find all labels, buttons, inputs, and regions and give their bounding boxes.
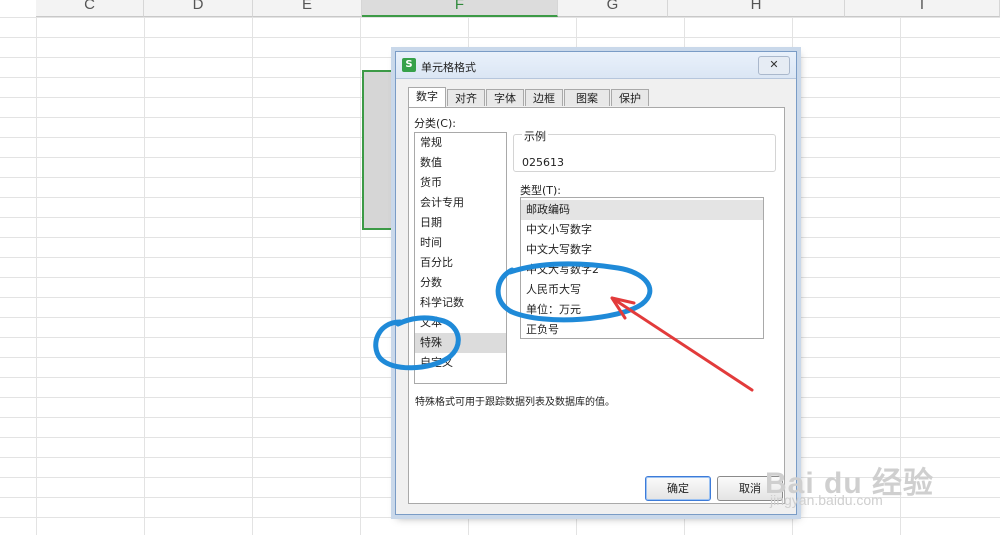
column-header-d[interactable]: D [144,0,253,17]
type-postal-code[interactable]: 邮政编码 [521,200,763,220]
category-date[interactable]: 日期 [415,213,506,233]
type-chinese-uppercase-number-2[interactable]: 中文大写数字2 [521,260,763,280]
column-header-g[interactable]: G [558,0,668,17]
type-rmb-uppercase[interactable]: 人民币大写 [521,280,763,300]
category-accounting[interactable]: 会计专用 [415,193,506,213]
wps-app-icon: S [402,58,416,72]
type-label: 类型(T): [520,184,562,197]
category-number[interactable]: 数值 [415,153,506,173]
watermark-url: jingyan.baidu.com [770,492,883,508]
type-unit-ten-thousand[interactable]: 单位：万元 [521,300,763,320]
baidu-jingyan-watermark: Bai du 经验 jingyan.baidu.com [765,458,934,508]
tab-pattern[interactable]: 图案 [564,89,610,106]
column-header-i[interactable]: I [845,0,1000,17]
tab-border[interactable]: 边框 [525,89,563,106]
sample-value: 025613 [522,156,564,169]
category-currency[interactable]: 货币 [415,173,506,193]
tab-protection[interactable]: 保护 [611,89,649,106]
close-button[interactable]: ✕ [758,56,790,75]
category-time[interactable]: 时间 [415,233,506,253]
sample-label: 示例 [522,128,548,144]
dialog-title: 单元格格式 [421,61,476,74]
format-description: 特殊格式可用于跟踪数据列表及数据库的值。 [415,397,615,408]
tab-alignment[interactable]: 对齐 [447,89,485,106]
type-chinese-lowercase-number[interactable]: 中文小写数字 [521,220,763,240]
column-header-c[interactable]: C [36,0,144,17]
category-custom[interactable]: 自定义 [415,353,506,373]
column-header-h[interactable]: H [668,0,845,17]
tab-number[interactable]: 数字 [408,87,446,108]
category-percentage[interactable]: 百分比 [415,253,506,273]
category-general[interactable]: 常规 [415,133,506,153]
category-text[interactable]: 文本 [415,313,506,333]
format-cells-dialog: S 单元格格式 ✕ 数字 对齐 字体 边框 图案 保护 分类(C): 常规 数值… [395,51,797,515]
category-label: 分类(C): [414,117,456,130]
type-chinese-uppercase-number[interactable]: 中文大写数字 [521,240,763,260]
category-fraction[interactable]: 分数 [415,273,506,293]
category-special[interactable]: 特殊 [415,333,506,353]
column-header-e[interactable]: E [253,0,362,17]
ok-button[interactable]: 确定 [645,476,711,501]
tab-font[interactable]: 字体 [486,89,524,106]
category-scientific[interactable]: 科学记数 [415,293,506,313]
dialog-titlebar[interactable]: S 单元格格式 ✕ [396,52,796,79]
type-list[interactable]: 邮政编码 中文小写数字 中文大写数字 中文大写数字2 人民币大写 单位：万元 正… [520,197,764,339]
sample-group: 示例 025613 [513,128,776,172]
category-list[interactable]: 常规 数值 货币 会计专用 日期 时间 百分比 分数 科学记数 文本 特殊 自定… [414,132,507,384]
column-header-f[interactable]: F [362,0,558,17]
type-plus-minus-sign[interactable]: 正负号 [521,320,763,338]
